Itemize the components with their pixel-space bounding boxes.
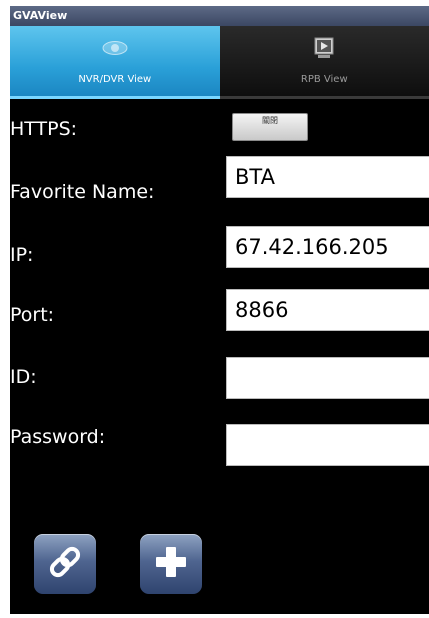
- password-label: Password:: [10, 426, 106, 448]
- ip-field[interactable]: 67.42.166.205: [226, 226, 429, 268]
- https-toggle[interactable]: 關閉: [232, 113, 308, 141]
- link-icon: [45, 542, 85, 586]
- https-label: HTTPS:: [10, 118, 78, 140]
- tab-nvr-dvr-view[interactable]: NVR/DVR View: [10, 26, 220, 99]
- port-label: Port:: [10, 304, 55, 326]
- window-title: GVAView: [10, 6, 429, 26]
- favorite-name-label: Favorite Name:: [10, 181, 155, 203]
- port-field[interactable]: 8866: [226, 289, 429, 331]
- tab-label: NVR/DVR View: [78, 74, 152, 85]
- playback-icon: [312, 36, 336, 60]
- id-field[interactable]: [226, 357, 429, 399]
- https-toggle-text: 關閉: [262, 116, 278, 125]
- favorite-name-field[interactable]: BTA: [226, 156, 429, 198]
- password-field[interactable]: [226, 424, 429, 466]
- add-button[interactable]: [140, 534, 202, 594]
- tab-rpb-view[interactable]: RPB View: [219, 26, 429, 99]
- plus-icon: [151, 542, 191, 586]
- id-label: ID:: [10, 366, 37, 388]
- tab-label: RPB View: [300, 74, 348, 85]
- app-screen: GVAView NVR/DVR View RPB View HTTPS: 關閉 …: [10, 6, 429, 614]
- eye-icon: [102, 36, 128, 60]
- ip-label: IP:: [10, 244, 34, 266]
- connect-button[interactable]: [34, 534, 96, 594]
- tab-bar: NVR/DVR View RPB View: [10, 26, 429, 99]
